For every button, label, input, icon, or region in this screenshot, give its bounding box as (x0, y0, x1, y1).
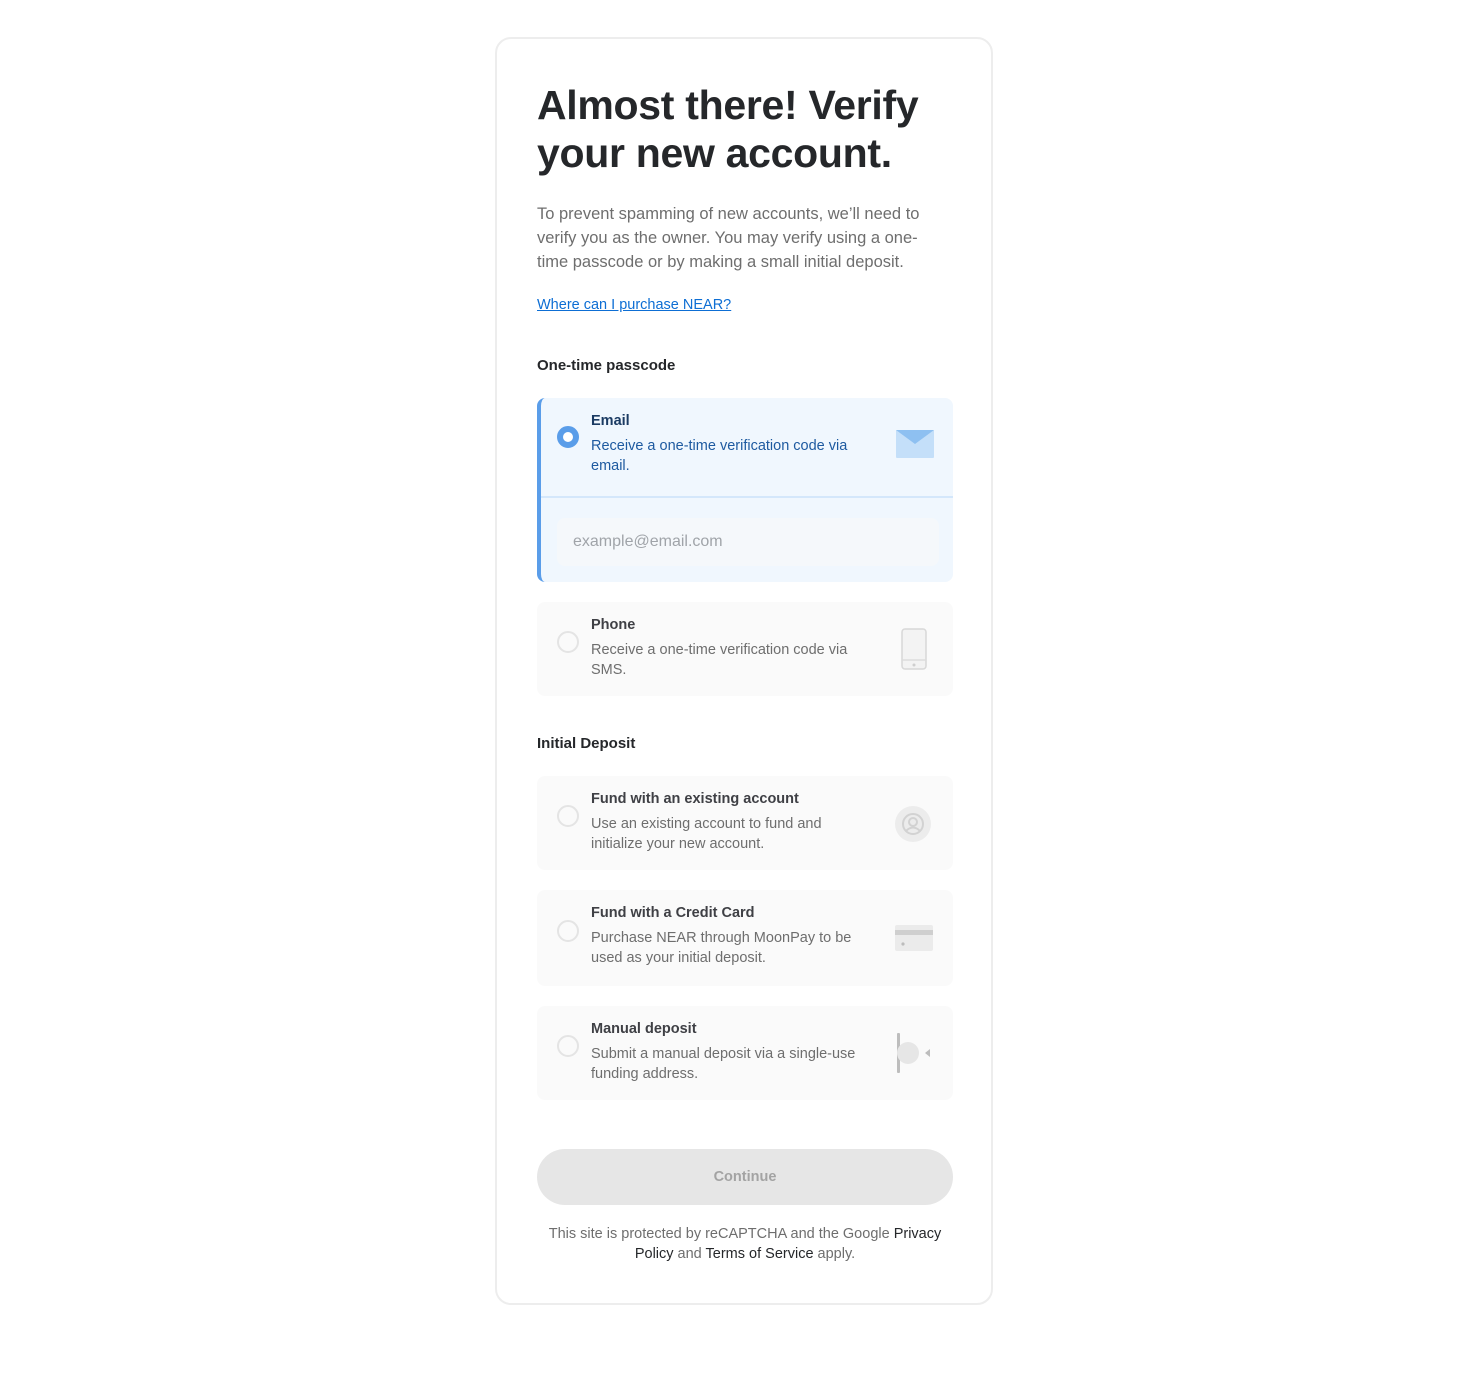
purchase-near-link[interactable]: Where can I purchase NEAR? (537, 297, 731, 313)
recaptcha-and: and (677, 1246, 702, 1262)
section-label-deposit: Initial Deposit (537, 735, 636, 752)
radio-phone[interactable] (557, 631, 579, 653)
section-label-passcode: One-time passcode (537, 357, 676, 374)
option-phone[interactable]: Phone Receive a one-time verification co… (537, 602, 953, 696)
terms-of-service-link[interactable]: Terms of Service (706, 1246, 814, 1262)
option-email[interactable]: Email Receive a one-time verification co… (537, 398, 953, 582)
radio-existing-account[interactable] (557, 805, 579, 827)
continue-button[interactable]: Continue (537, 1149, 953, 1205)
option-existing-account[interactable]: Fund with an existing account Use an exi… (537, 776, 953, 870)
option-description: Submit a manual deposit via a single-use… (591, 1046, 856, 1082)
credit-card-icon (895, 925, 933, 956)
option-description: Receive a one-time verification code via… (591, 642, 848, 678)
email-input[interactable] (557, 518, 939, 566)
recaptcha-text: This site is protected by reCAPTCHA and … (548, 1226, 890, 1242)
option-description: Purchase NEAR through MoonPay to be used… (591, 930, 852, 966)
option-description: Receive a one-time verification code via… (591, 438, 848, 474)
account-icon (895, 806, 931, 847)
option-manual-deposit[interactable]: Manual deposit Submit a manual deposit v… (537, 1006, 953, 1100)
recaptcha-apply: apply. (817, 1246, 856, 1262)
page-description: To prevent spamming of new accounts, we’… (537, 205, 920, 271)
option-title: Fund with a Credit Card (591, 905, 755, 921)
option-credit-card[interactable]: Fund with a Credit Card Purchase NEAR th… (537, 890, 953, 986)
radio-manual-deposit[interactable] (557, 1035, 579, 1057)
radio-credit-card[interactable] (557, 920, 579, 942)
phone-icon (901, 628, 927, 675)
option-title: Manual deposit (591, 1021, 697, 1037)
deposit-icon (897, 1033, 933, 1078)
verify-card: Almost there! Verify your new account. T… (495, 37, 993, 1305)
option-title: Phone (591, 617, 636, 633)
page-title: Almost there! Verify your new account. (537, 82, 919, 176)
recaptcha-notice: This site is protected by reCAPTCHA and … (537, 1224, 953, 1264)
option-description: Use an existing account to fund and init… (591, 816, 822, 852)
envelope-icon (896, 430, 934, 463)
radio-email-selected[interactable] (557, 426, 579, 448)
option-divider (541, 496, 953, 498)
option-title: Fund with an existing account (591, 791, 799, 807)
option-title: Email (591, 413, 630, 429)
